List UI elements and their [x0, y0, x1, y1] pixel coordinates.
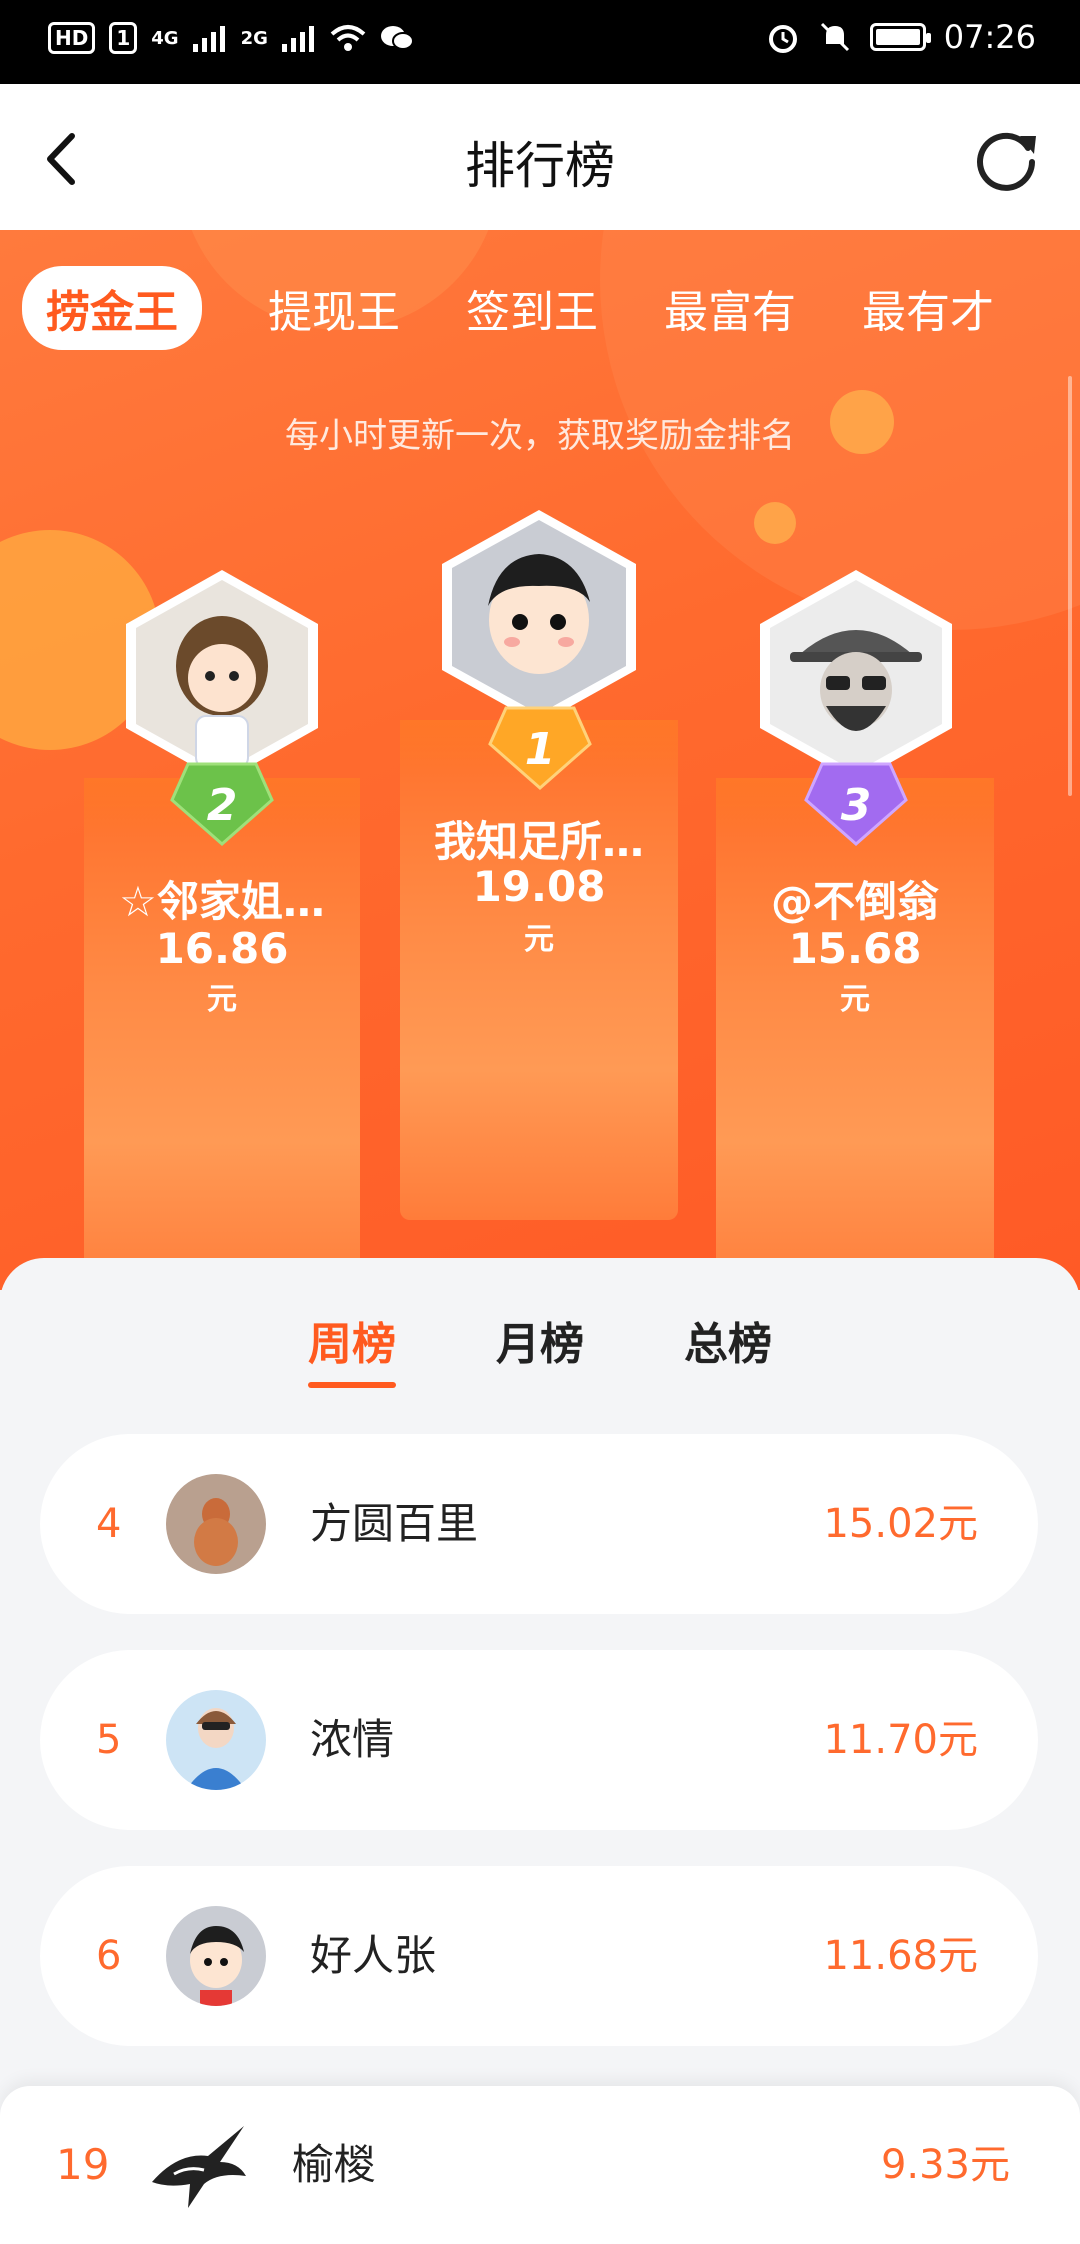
- tab-monthly[interactable]: 月榜: [496, 1308, 584, 1372]
- user-name: 好人张: [310, 1931, 437, 1980]
- podium-name: @不倒翁: [770, 877, 939, 926]
- reward-amount: 11.70元: [823, 1717, 978, 1763]
- user-name: 浓情: [310, 1715, 395, 1764]
- rank-number: 4: [96, 1501, 122, 1547]
- podium-third: @不倒翁 15.68 元: [716, 778, 994, 1290]
- decor-circle: [754, 502, 796, 544]
- wifi-icon: [330, 25, 366, 51]
- podium-name: ☆邻家姐…: [119, 877, 325, 926]
- wechat-icon: [380, 26, 414, 50]
- user-avatar[interactable]: [166, 1906, 266, 2006]
- rank-badge-1: 1: [488, 706, 592, 790]
- my-rank-number: 19: [56, 2140, 110, 2189]
- refresh-icon[interactable]: [970, 122, 1044, 196]
- my-name: 榆椶: [292, 2140, 377, 2189]
- status-bar: HD 1 4G 2G 07:26: [0, 0, 1080, 84]
- user-avatar[interactable]: [166, 1474, 266, 1574]
- network-2g-label: 2G: [240, 27, 268, 49]
- signal-icon: [281, 26, 314, 52]
- rank-badge-label: 2: [207, 780, 238, 831]
- signal-icon: [192, 26, 225, 52]
- podium-unit: 元: [207, 982, 237, 1017]
- podium-unit: 元: [524, 922, 554, 957]
- update-note: 每小时更新一次，获取奖励金排名: [285, 416, 795, 456]
- rank-badge-2: 2: [170, 762, 274, 846]
- list-item[interactable]: 5 浓情 11.70元: [40, 1650, 1038, 1830]
- user-avatar[interactable]: [166, 1690, 266, 1790]
- list-item[interactable]: 4 方圆百里 15.02元: [40, 1434, 1038, 1614]
- podium-amount: 15.68: [788, 924, 922, 973]
- tab-gold-king[interactable]: 捞金王: [22, 266, 202, 350]
- status-right: 07:26: [766, 18, 1036, 56]
- tab-withdraw-king[interactable]: 提现王: [268, 276, 400, 340]
- alarm-icon: [768, 25, 797, 53]
- podium-unit: 元: [840, 982, 870, 1017]
- tab-richest[interactable]: 最富有: [664, 276, 796, 340]
- status-time: 07:26: [943, 18, 1036, 56]
- my-rank-bar[interactable]: 19 榆椶 9.33元: [0, 2086, 1080, 2244]
- tab-checkin-king[interactable]: 签到王: [466, 276, 598, 340]
- rank-number: 5: [96, 1717, 122, 1763]
- podium-avatar-third[interactable]: [746, 566, 966, 786]
- category-tabs: 捞金王 提现王 签到王 最富有 最有才: [0, 266, 1080, 350]
- my-reward-amount: 9.33元: [880, 2142, 1010, 2188]
- reward-amount: 15.02元: [823, 1501, 978, 1547]
- podium-first: 我知足所… 19.08 元: [400, 720, 678, 1220]
- network-4g-label: 4G: [151, 27, 179, 49]
- rank-badge-label: 3: [841, 780, 872, 831]
- mute-icon: [820, 22, 849, 52]
- podium-avatar-first[interactable]: [428, 506, 650, 728]
- list-item[interactable]: 6 好人张 11.68元: [40, 1866, 1038, 2046]
- tab-overall[interactable]: 总榜: [684, 1308, 772, 1372]
- podium-second: ☆邻家姐… 16.86 元: [84, 778, 360, 1290]
- podium-name: 我知足所…: [433, 817, 644, 866]
- battery-icon: [869, 23, 931, 51]
- rank-badge-label: 1: [525, 724, 556, 775]
- period-tabs: 周榜 月榜 总榜: [0, 1308, 1080, 1388]
- my-avatar[interactable]: [148, 2122, 248, 2212]
- rank-badge-3: 3: [804, 762, 908, 846]
- page-title: 排行榜: [465, 137, 615, 195]
- hd-badge: HD: [48, 22, 96, 54]
- tab-most-talented[interactable]: 最有才: [862, 276, 994, 340]
- leaderboard-hero: 捞金王 提现王 签到王 最富有 最有才 每小时更新一次，获取奖励金排名 ☆邻家姐…: [0, 230, 1080, 1290]
- app-header: 排行榜: [0, 84, 1080, 230]
- podium-amount: 16.86: [155, 924, 289, 973]
- tab-weekly[interactable]: 周榜: [308, 1308, 396, 1388]
- rank-number: 6: [96, 1933, 122, 1979]
- status-left: HD 1 4G 2G: [48, 22, 414, 54]
- sim-badge: 1: [109, 22, 138, 54]
- user-name: 方圆百里: [310, 1499, 479, 1548]
- podium-avatar-second[interactable]: [112, 566, 332, 786]
- podium-amount: 19.08: [472, 862, 606, 911]
- reward-amount: 11.68元: [823, 1933, 978, 1979]
